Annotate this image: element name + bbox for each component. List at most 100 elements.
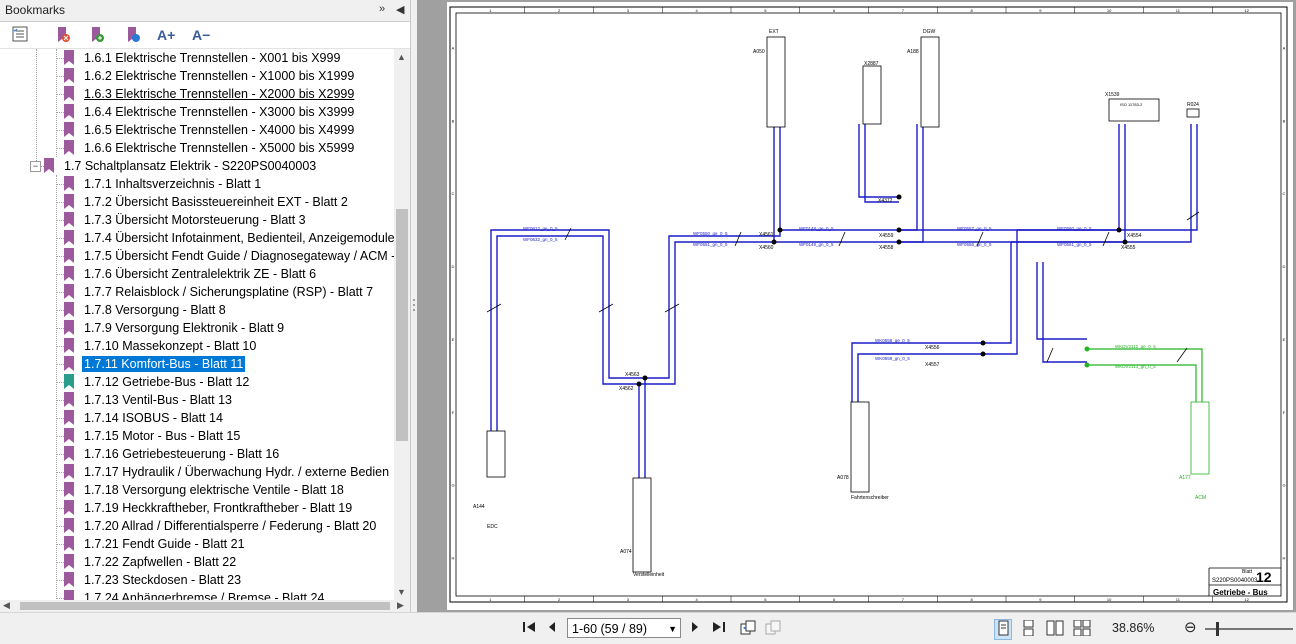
decrease-text-icon[interactable]: A−: [192, 26, 210, 44]
bookmark-label: 1.7.24 Anhängerbremse / Bremse - Blatt 2…: [84, 591, 325, 600]
grid-column-label: 10: [1107, 8, 1112, 13]
previous-view-button[interactable]: [739, 620, 757, 639]
bookmark-properties-icon[interactable]: [124, 26, 142, 44]
bookmark-label: 1.7.2 Übersicht Basissteuereinheit EXT -…: [84, 195, 348, 209]
bookmark-icon: [64, 302, 74, 317]
bookmark-item[interactable]: 1.7.1 Inhaltsverzeichnis - Blatt 1: [0, 175, 394, 193]
facing-view-button[interactable]: [1046, 620, 1064, 639]
continuous-view-button[interactable]: [1020, 619, 1036, 639]
scroll-up-arrow-icon[interactable]: ▲: [397, 52, 406, 62]
grid-column-label: 3: [627, 597, 630, 602]
continuous-facing-view-button[interactable]: [1073, 619, 1091, 639]
bookmark-label: 1.7.10 Massekonzept - Blatt 10: [84, 339, 257, 353]
bookmark-item[interactable]: 1.7.15 Motor - Bus - Blatt 15: [0, 427, 394, 445]
drawing-id: S220PS0040003: [1212, 578, 1258, 584]
new-bookmark-icon[interactable]: [88, 26, 106, 44]
scrollbar-thumb[interactable]: [20, 602, 390, 610]
options-icon[interactable]: [11, 26, 29, 44]
component-id: A074: [620, 549, 632, 555]
bookmark-item[interactable]: 1.7.16 Getriebesteuerung - Blatt 16: [0, 445, 394, 463]
grid-column-label: 12: [1244, 8, 1249, 13]
bookmark-label: 1.7.6 Übersicht Zentralelektrik ZE - Bla…: [84, 267, 317, 281]
grid-row-label: D: [1283, 264, 1286, 269]
bookmark-icon: [64, 230, 74, 245]
grid-column-label: 5: [764, 8, 767, 13]
scroll-right-arrow-icon[interactable]: ▶: [397, 600, 404, 611]
scroll-down-arrow-icon[interactable]: ▼: [397, 587, 406, 597]
bookmark-item[interactable]: 1.7.22 Zapfwellen - Blatt 22: [0, 553, 394, 571]
bookmark-item[interactable]: 1.7.17 Hydraulik / Überwachung Hydr. / e…: [0, 463, 394, 481]
tree-guide-line: [56, 400, 64, 401]
bookmark-item[interactable]: 1.7.18 Versorgung elektrische Ventile - …: [0, 481, 394, 499]
single-page-view-button[interactable]: [994, 619, 1012, 640]
bookmark-label: 1.7.16 Getriebesteuerung - Blatt 16: [84, 447, 280, 461]
bookmark-item[interactable]: 1.7.14 ISOBUS - Blatt 14: [0, 409, 394, 427]
next-view-button[interactable]: [764, 620, 782, 639]
page-number-dropdown[interactable]: 1-60 (59 / 89) ▼: [567, 618, 681, 638]
bookmark-icon: [64, 284, 74, 299]
bookmark-icon: [64, 140, 74, 155]
bookmark-item[interactable]: 1.6.6 Elektrische Trennstellen - X5000 b…: [0, 139, 394, 157]
bookmark-item[interactable]: 1.7.19 Heckkraftheber, Frontkraftheber -…: [0, 499, 394, 517]
tree-guide-line: [56, 220, 64, 221]
bookmark-item[interactable]: 1.7.3 Übersicht Motorsteuerung - Blatt 3: [0, 211, 394, 229]
bookmark-item[interactable]: 1.7.5 Übersicht Fendt Guide / Diagnosega…: [0, 247, 394, 265]
grid-row-label: B: [452, 118, 455, 123]
tree-horizontal-scrollbar[interactable]: ◀ ▶: [0, 600, 410, 612]
increase-text-icon[interactable]: A+: [157, 26, 175, 44]
bookmark-item[interactable]: 1.6.4 Elektrische Trennstellen - X3000 b…: [0, 103, 394, 121]
last-page-button[interactable]: [712, 620, 726, 637]
bookmark-item[interactable]: 1.7.4 Übersicht Infotainment, Bedienteil…: [0, 229, 394, 247]
bookmark-item[interactable]: 1.7.13 Ventil-Bus - Blatt 13: [0, 391, 394, 409]
zoom-slider-thumb[interactable]: [1216, 622, 1219, 636]
bookmark-icon: [44, 158, 54, 173]
bookmark-item[interactable]: 1.7.23 Steckdosen - Blatt 23: [0, 571, 394, 589]
bookmark-item[interactable]: 1.7.24 Anhängerbremse / Bremse - Blatt 2…: [0, 589, 394, 600]
connector-label: X4555: [1121, 245, 1136, 251]
tree-guide-line: [56, 364, 64, 365]
bookmark-item[interactable]: 1.7.20 Allrad / Differentialsperre / Fed…: [0, 517, 394, 535]
bookmark-item[interactable]: 1.6.5 Elektrische Trennstellen - X4000 b…: [0, 121, 394, 139]
bookmark-item[interactable]: 1.7.2 Übersicht Basissteuereinheit EXT -…: [0, 193, 394, 211]
schematic-page[interactable]: 1 1 2 2 3 3 4 4 5 5 6 6 7 7 8 8 9 9 10 10 11 11 12 12 AABBCCDDE…: [447, 2, 1293, 610]
bookmark-item[interactable]: 1.7.12 Getriebe-Bus - Blatt 12: [0, 373, 394, 391]
zoom-out-icon[interactable]: ⊖: [1184, 618, 1197, 636]
bookmark-item[interactable]: 1.7.8 Versorgung - Blatt 8: [0, 301, 394, 319]
bookmark-item[interactable]: 1.7.10 Massekonzept - Blatt 10: [0, 337, 394, 355]
bookmark-item[interactable]: 1.7.11 Komfort-Bus - Blatt 11: [0, 355, 394, 373]
delete-bookmark-icon[interactable]: [54, 26, 72, 44]
bookmark-icon: [64, 122, 74, 137]
connector-label: X4563: [625, 372, 640, 378]
first-page-button[interactable]: [522, 620, 536, 637]
bookmark-item[interactable]: 1.6.1 Elektrische Trennstellen - X001 bi…: [0, 49, 394, 67]
bookmark-item[interactable]: 1.6.3 Elektrische Trennstellen - X2000 b…: [0, 85, 394, 103]
tree-guide-line: [56, 256, 64, 257]
collapse-toggle-icon[interactable]: −: [30, 161, 41, 172]
bookmark-icon: [64, 464, 74, 479]
grid-column-label: 5: [764, 597, 767, 602]
bookmark-item[interactable]: 1.7.9 Versorgung Elektronik - Blatt 9: [0, 319, 394, 337]
tree-guide-line: [56, 202, 64, 203]
previous-page-button[interactable]: [546, 620, 558, 637]
wire-label: WF0632_gn_0_5: [523, 237, 558, 242]
bookmark-icon: [64, 572, 74, 587]
tree-guide-line: [56, 454, 64, 455]
bookmark-item[interactable]: 1.7.7 Relaisblock / Sicherungsplatine (R…: [0, 283, 394, 301]
tree-vertical-scrollbar[interactable]: ▲ ▼: [394, 49, 410, 600]
bookmark-label: 1.7 Schaltplansatz Elektrik - S220PS0040…: [64, 159, 317, 173]
expand-panel-button[interactable]: »: [379, 3, 385, 15]
bookmark-label: 1.7.15 Motor - Bus - Blatt 15: [84, 429, 241, 443]
bookmark-item[interactable]: 1.6.2 Elektrische Trennstellen - X1000 b…: [0, 67, 394, 85]
collapse-panel-button[interactable]: ◀: [396, 3, 404, 16]
bookmark-icon: [64, 554, 74, 569]
bookmark-label: 1.7.5 Übersicht Fendt Guide / Diagnosega…: [84, 249, 394, 263]
bookmark-chapter-item[interactable]: − 1.7 Schaltplansatz Elektrik - S220PS004…: [0, 157, 394, 175]
zoom-level[interactable]: 38.86%: [1112, 621, 1154, 635]
component-name: ISO 11783-2: [1120, 102, 1143, 107]
scroll-left-arrow-icon[interactable]: ◀: [3, 600, 10, 611]
next-page-button[interactable]: [689, 620, 701, 637]
bookmark-item[interactable]: 1.7.6 Übersicht Zentralelektrik ZE - Bla…: [0, 265, 394, 283]
sheet-title: Getriebe - Bus: [1213, 588, 1268, 597]
bookmark-item[interactable]: 1.7.21 Fendt Guide - Blatt 21: [0, 535, 394, 553]
scrollbar-thumb[interactable]: [396, 209, 408, 441]
